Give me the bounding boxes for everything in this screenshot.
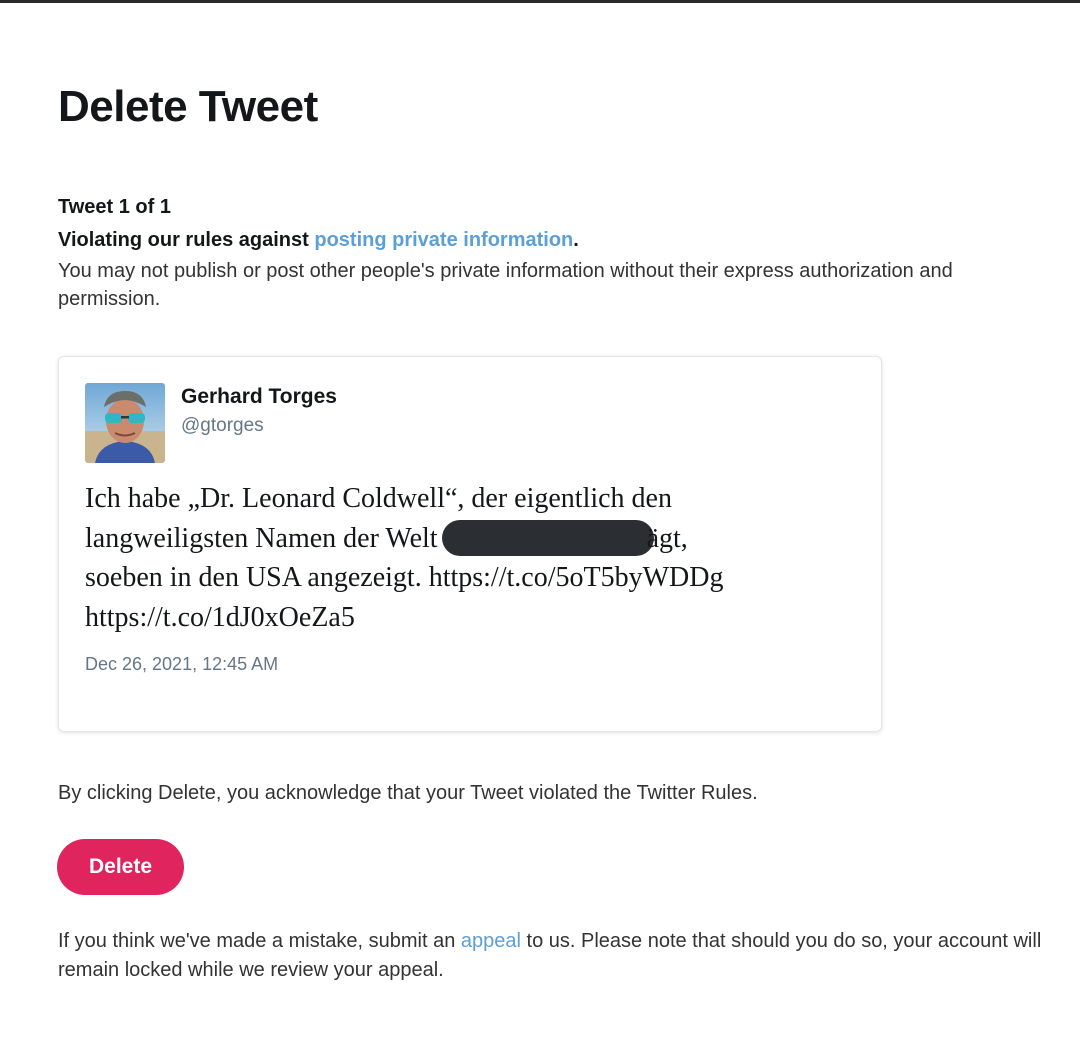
author-name: Gerhard Torges [181, 385, 337, 408]
author-avatar [85, 383, 165, 463]
acknowledgement-text: By clicking Delete, you acknowledge that… [58, 782, 758, 804]
appeal-prefix: If you think we've made a mistake, submi… [58, 930, 461, 952]
tweet-text: Ich habe „Dr. Leonard Coldwell“, der eig… [85, 479, 865, 637]
tweet-text-line: https://t.co/1dJ0xOeZa5 [85, 601, 355, 633]
tweet-text-line: soeben in den USA angezeigt. https://t.c… [85, 562, 724, 593]
page-title: Delete Tweet [58, 82, 318, 131]
violation-prefix: Violating our rules against [58, 229, 315, 251]
violation-description: You may not publish or post other people… [58, 260, 953, 310]
violation-heading: Violating our rules against posting priv… [58, 229, 579, 252]
tweet-card: Gerhard Torges @gtorges Ich habe „Dr. Le… [58, 356, 882, 732]
window-top-edge [0, 0, 1080, 3]
avatar-photo-icon [85, 383, 165, 463]
redaction-block [441, 519, 654, 556]
tweet-count: Tweet 1 of 1 [58, 196, 171, 218]
private-information-policy-link[interactable]: posting private information [314, 229, 573, 251]
tweet-text-segment: ägt, [646, 522, 688, 554]
tweet-text-line: Ich habe „Dr. Leonard Coldwell“, der eig… [85, 483, 672, 514]
violation-suffix: . [573, 229, 579, 251]
tweet-text-line: langweiligsten Namen der Welt ägt, [85, 519, 865, 559]
appeal-notice: If you think we've made a mistake, submi… [58, 927, 1048, 985]
delete-button[interactable]: Delete [57, 839, 184, 895]
tweet-text-segment: langweiligsten Namen der Welt [85, 522, 438, 554]
author-handle: @gtorges [181, 415, 264, 436]
tweet-timestamp: Dec 26, 2021, 12:45 AM [85, 654, 279, 674]
appeal-link[interactable]: appeal [461, 930, 521, 952]
